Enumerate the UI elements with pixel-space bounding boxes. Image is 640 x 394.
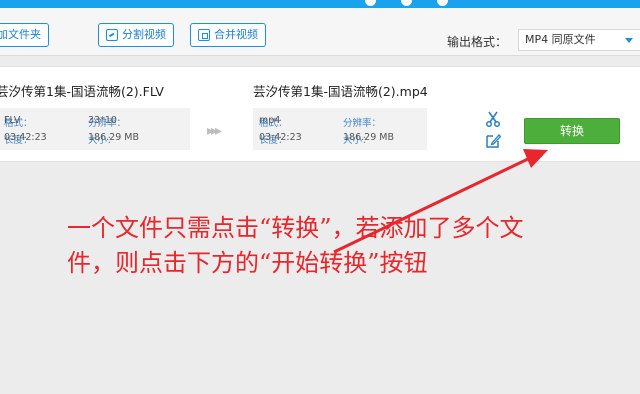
output-format-select[interactable]: MP4 同原文件 [518, 29, 640, 51]
target-resolution-key: 分辨率： [343, 118, 382, 129]
scissors-icon[interactable] [484, 111, 502, 127]
merge-video-button[interactable]: 合并视频 [190, 23, 266, 47]
annotation-text: 一个文件只需点击“转换”，若添加了多个文件，则点击下方的“开始转换”按钮 [67, 214, 524, 277]
window-control-icon[interactable] [437, 0, 448, 6]
target-duration-value: 03:42:23 [259, 132, 302, 143]
arrow-right-icon: ▸▸▸ [207, 123, 222, 139]
title-bar [0, 0, 640, 8]
convert-label: 转换 [559, 124, 584, 138]
add-folder-button[interactable]: 加文件夹 [0, 23, 49, 47]
toolbar: 加文件夹 分割视频 合并视频 输出格式： MP4 同原文件 [0, 8, 640, 56]
source-info: 格式： FLV 分辨率： 33*10 长度： 03:42:23 大小： 186.29 M… [0, 108, 190, 150]
window-control-icon[interactable] [401, 0, 412, 6]
source-resolution-value: 33*10 [88, 115, 117, 126]
source-duration-value: 03:42:23 [4, 132, 47, 143]
target-filename: 芸汐传第1集-国语流畅(2).mp4 [253, 84, 428, 99]
output-format-value: MP4 同原文件 [525, 33, 596, 46]
source-filename: 芸汐传第1集-国语流畅(2).FLV [0, 84, 164, 99]
merge-video-label: 合并视频 [214, 28, 258, 41]
target-size-value: 186.29 MB [343, 132, 394, 143]
annotation-arrow [333, 149, 548, 254]
chevron-down-icon [625, 38, 633, 43]
cut-icon [106, 29, 118, 41]
output-format-label: 输出格式： [447, 35, 508, 49]
source-size-value: 186.29 MB [88, 132, 139, 143]
convert-button[interactable]: 转换 [524, 118, 620, 144]
source-format-value: FLV [4, 115, 21, 126]
file-row[interactable]: 芸汐传第1集-国语流畅(2).FLV 格式： FLV 分辨率： 33*10 长度： 0… [0, 66, 640, 162]
split-video-label: 分割视频 [122, 28, 166, 41]
merge-icon [198, 29, 210, 41]
add-folder-label: 加文件夹 [0, 28, 41, 41]
target-info: 格式： mp4 分辨率： 长度： 03:42:23 大小： 186.29 MB [253, 108, 427, 150]
edit-icon[interactable] [485, 133, 501, 149]
split-video-button[interactable]: 分割视频 [98, 23, 174, 47]
window-control-icon[interactable] [365, 0, 376, 6]
target-format-value: mp4 [259, 115, 281, 126]
